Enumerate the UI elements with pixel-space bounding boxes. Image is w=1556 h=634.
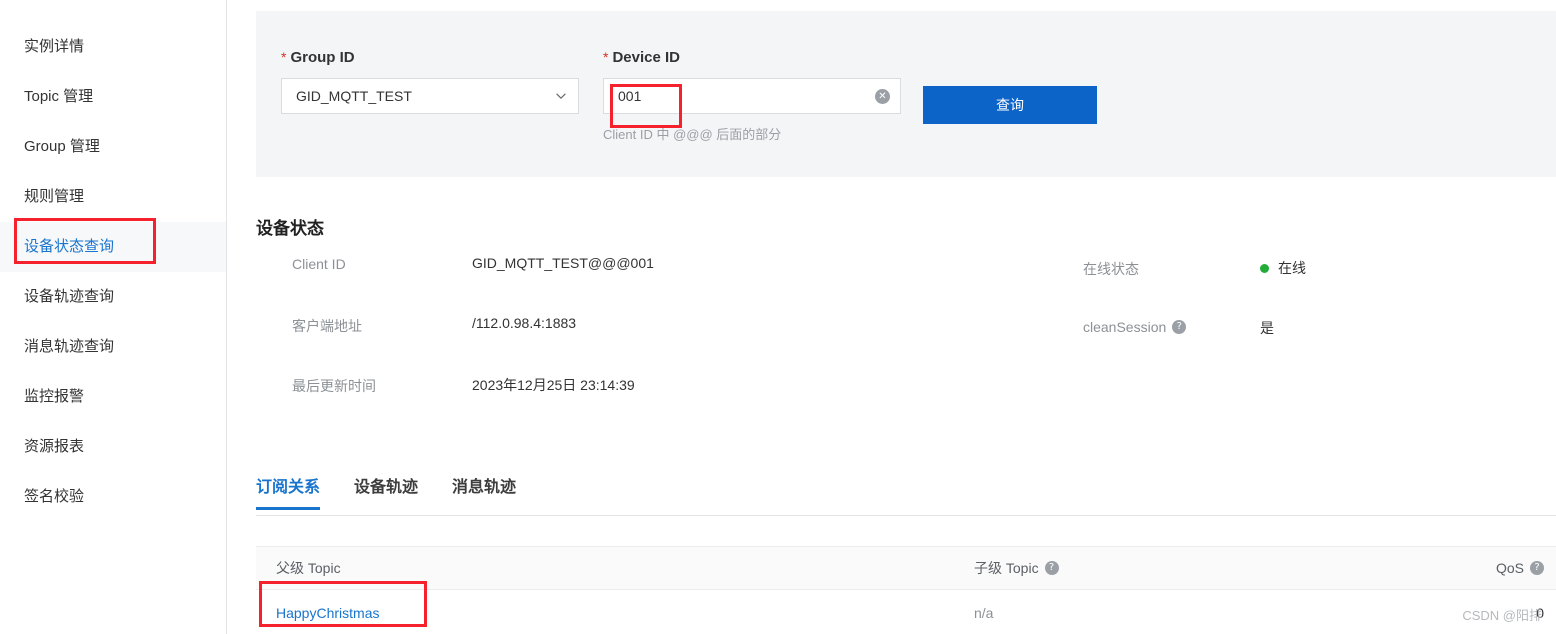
query-button[interactable]: 查询 [923, 86, 1097, 124]
group-id-value: GID_MQTT_TEST [296, 88, 412, 104]
tab-subscription-relation[interactable]: 订阅关系 [256, 473, 321, 510]
sidebar-item-monitor-alarm[interactable]: 监控报警 [0, 372, 226, 422]
online-status-text: 在线 [1278, 260, 1306, 276]
tab-device-trace[interactable]: 设备轨迹 [354, 473, 418, 509]
sidebar-item-label: Group 管理 [24, 138, 100, 155]
column-header-parent-topic: 父级 Topic [276, 560, 341, 576]
column-header-child-topic: 子级 Topic ? [946, 558, 1446, 578]
sidebar-item-rule-management[interactable]: 规则管理 [0, 172, 226, 222]
cell-child-topic: n/a [974, 605, 994, 621]
sidebar-item-topic-management[interactable]: Topic 管理 [0, 72, 226, 122]
chevron-down-icon [556, 93, 566, 99]
detail-row: 客户端地址 /112.0.98.4:1883 cleanSession ? 是 [256, 306, 1556, 366]
column-header-qos: QoS ? [1446, 560, 1556, 576]
main-content: * Group ID GID_MQTT_TEST * Device ID 001 ✕ [227, 0, 1556, 634]
cell-qos: 0 [1536, 605, 1544, 621]
detail-row: 最后更新时间 2023年12月25日 23:14:39 [256, 366, 1556, 426]
group-id-select[interactable]: GID_MQTT_TEST [281, 78, 579, 114]
group-id-label-text: Group ID [290, 49, 355, 66]
last-update-time-label: 最后更新时间 [292, 378, 376, 394]
help-icon[interactable]: ? [1172, 320, 1187, 334]
sidebar-item-label: 实例详情 [24, 38, 85, 55]
parent-topic-link[interactable]: HappyChristmas [276, 605, 379, 621]
tab-message-trace[interactable]: 消息轨迹 [452, 473, 516, 509]
subscription-table: 父级 Topic 子级 Topic ? QoS ? HappyChristmas… [256, 546, 1556, 634]
help-icon[interactable]: ? [1530, 561, 1544, 575]
sidebar-item-label: 设备轨迹查询 [24, 288, 115, 305]
group-id-label: * Group ID [281, 49, 579, 66]
online-status-label: 在线状态 [1083, 261, 1139, 277]
page-title: 设备状态 [256, 219, 324, 239]
device-id-label-text: Device ID [612, 49, 680, 66]
clear-icon[interactable]: ✕ [875, 88, 890, 104]
detail-row: Client ID GID_MQTT_TEST@@@001 在线状态 在线 [256, 246, 1556, 306]
app-root: 实例详情 Topic 管理 Group 管理 规则管理 设备状态查询 设备轨迹查… [0, 0, 1556, 634]
device-id-label: * Device ID [603, 49, 901, 66]
required-asterisk-icon: * [603, 49, 609, 65]
device-id-input[interactable]: 001 ✕ [603, 78, 901, 114]
online-status-dot-icon [1260, 263, 1269, 273]
search-panel: * Group ID GID_MQTT_TEST * Device ID 001 ✕ [256, 11, 1556, 177]
table-header-row: 父级 Topic 子级 Topic ? QoS ? [256, 546, 1556, 590]
column-header-child-topic-text: 子级 Topic [974, 560, 1039, 576]
device-id-hint: Client ID 中 @@@ 后面的部分 [603, 127, 782, 142]
table-row: HappyChristmas n/a 0 [256, 590, 1556, 634]
sidebar-item-label: 设备状态查询 [24, 238, 115, 255]
sidebar: 实例详情 Topic 管理 Group 管理 规则管理 设备状态查询 设备轨迹查… [0, 0, 227, 634]
group-id-field: * Group ID GID_MQTT_TEST [281, 49, 579, 114]
clean-session-label-text: cleanSession [1083, 319, 1167, 335]
sidebar-item-instance-detail[interactable]: 实例详情 [0, 22, 226, 72]
sidebar-item-device-status-query[interactable]: 设备状态查询 [0, 222, 226, 272]
help-icon[interactable]: ? [1044, 561, 1059, 575]
column-header-qos-text: QoS [1495, 560, 1524, 576]
last-update-time-value: 2023年12月25日 23:14:39 [472, 377, 635, 393]
client-address-label: 客户端地址 [292, 318, 362, 334]
device-id-value: 001 [618, 88, 642, 104]
sidebar-item-label: 资源报表 [24, 438, 85, 455]
sidebar-item-label: 签名校验 [24, 488, 85, 505]
sidebar-item-label: Topic 管理 [24, 88, 94, 105]
sidebar-item-device-trace-query[interactable]: 设备轨迹查询 [0, 272, 226, 322]
sidebar-item-label: 规则管理 [24, 188, 85, 205]
sidebar-item-group-management[interactable]: Group 管理 [0, 122, 226, 172]
device-status-details: Client ID GID_MQTT_TEST@@@001 在线状态 在线 客户… [256, 246, 1556, 426]
client-id-value: GID_MQTT_TEST@@@001 [472, 255, 654, 271]
client-id-label: Client ID [292, 256, 346, 272]
client-address-value: /112.0.98.4:1883 [472, 315, 577, 331]
sidebar-item-message-trace-query[interactable]: 消息轨迹查询 [0, 322, 226, 372]
clean-session-label: cleanSession ? [1083, 319, 1187, 335]
sidebar-item-label: 消息轨迹查询 [24, 338, 115, 355]
clean-session-value: 是 [1260, 320, 1274, 336]
sidebar-item-label: 监控报警 [24, 388, 85, 405]
online-status-value: 在线 [1260, 258, 1306, 278]
sidebar-item-signature-verify[interactable]: 签名校验 [0, 472, 226, 522]
device-id-field: * Device ID 001 ✕ Client ID 中 @@@ 后面的部分 [603, 49, 901, 143]
sidebar-item-resource-report[interactable]: 资源报表 [0, 422, 226, 472]
required-asterisk-icon: * [281, 49, 287, 65]
tab-bar: 订阅关系 设备轨迹 消息轨迹 [256, 473, 1556, 516]
cell-parent-topic: HappyChristmas [256, 605, 946, 621]
